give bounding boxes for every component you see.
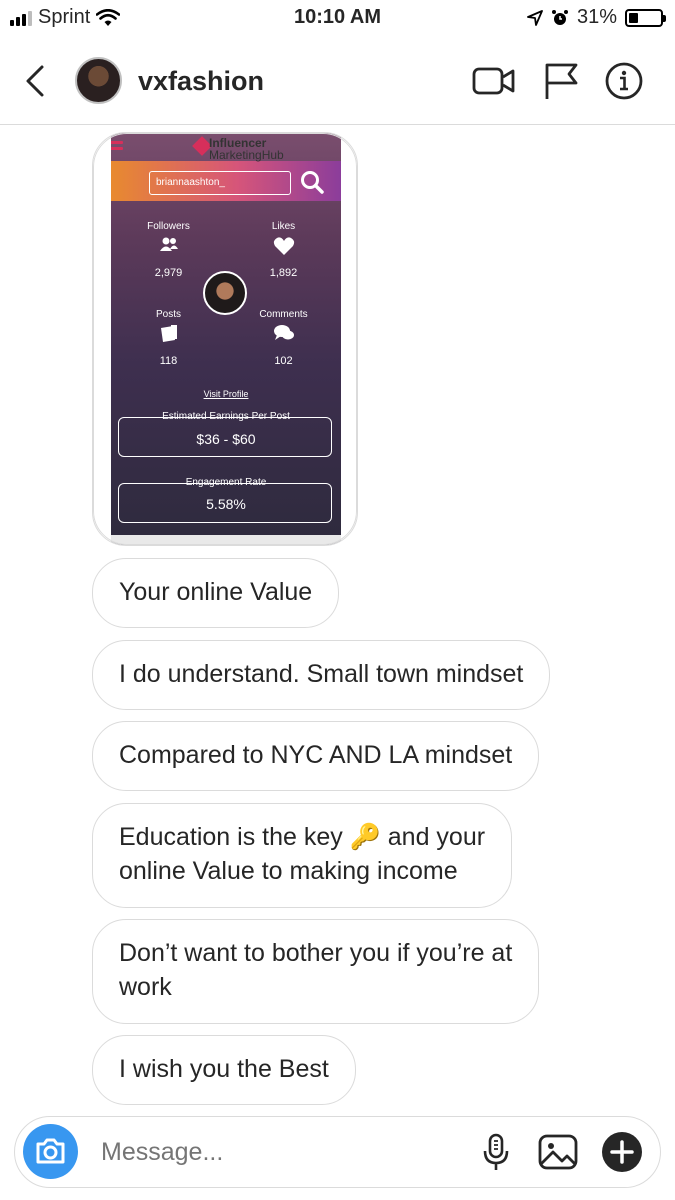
shared-image-message[interactable]: Influencer MarketingHub briannaashton_ F…	[92, 132, 358, 546]
back-arrow-icon[interactable]	[22, 64, 52, 98]
message-bubble[interactable]: I wish you the Best	[92, 1035, 356, 1105]
stat-value: 1,892	[269, 267, 298, 279]
battery-percent: 31%	[576, 6, 617, 28]
brand-line2: MarketingHub	[209, 148, 284, 162]
flag-icon[interactable]	[540, 61, 584, 101]
battery-icon	[625, 8, 666, 27]
message-bubble[interactable]: Your online Value	[92, 558, 340, 628]
stat-value: 102	[274, 355, 293, 367]
stat-label: Likes	[271, 221, 296, 232]
stat-followers: Followers 2,979	[111, 221, 226, 279]
stat-posts: Posts 118	[111, 309, 226, 367]
info-icon[interactable]	[602, 61, 646, 101]
message-bubble[interactable]: I do understand. Small town mindset	[92, 640, 551, 710]
message-input[interactable]	[99, 1137, 463, 1168]
message-composer	[14, 1116, 661, 1188]
plus-icon[interactable]	[601, 1131, 643, 1173]
influencer-search-input: briannaashton_	[149, 171, 291, 195]
chat-header: vxfashion	[0, 36, 675, 125]
earnings-value: $36 - $60	[196, 431, 256, 447]
camera-icon	[36, 1138, 65, 1164]
camera-button[interactable]	[23, 1124, 78, 1179]
chat-username[interactable]: vxfashion	[138, 66, 264, 97]
alarm-icon	[551, 9, 568, 25]
microphone-icon[interactable]	[475, 1131, 517, 1173]
status-bar: Sprint 10:10 AM 31%	[0, 0, 675, 36]
message-bubble[interactable]: Don’t want to bother you if you’re at wo…	[92, 919, 540, 1024]
comments-icon	[273, 325, 294, 340]
users-icon	[159, 237, 178, 251]
brand-logo: Influencer MarketingHub	[209, 137, 284, 161]
message-bubble[interactable]: Education is the key 🔑 and your online V…	[92, 803, 513, 908]
hamburger-menu-icon	[111, 141, 123, 155]
engagement-value: 5.58%	[206, 496, 246, 512]
avatar[interactable]	[75, 57, 122, 104]
status-right: 31%	[527, 6, 666, 29]
stat-comments: Comments 102	[226, 309, 341, 367]
influencer-avatar	[203, 271, 247, 315]
stat-label: Posts	[155, 309, 181, 320]
message-thread[interactable]: Influencer MarketingHub briannaashton_ F…	[0, 126, 675, 1106]
stat-label: Comments	[259, 309, 308, 320]
video-call-icon[interactable]	[472, 61, 516, 101]
stat-label: Followers	[147, 221, 190, 232]
stat-likes: Likes 1,892	[226, 221, 341, 279]
gallery-icon[interactable]	[537, 1131, 579, 1173]
stat-value: 118	[159, 355, 178, 367]
search-icon	[301, 171, 324, 194]
app-tab-bar	[111, 535, 341, 545]
message-bubble[interactable]: Compared to NYC AND LA mindset	[92, 721, 540, 791]
visit-profile-link: Visit Profile	[203, 389, 249, 399]
heart-icon	[273, 237, 294, 255]
shared-screenshot[interactable]: Influencer MarketingHub briannaashton_ F…	[111, 133, 341, 545]
location-icon	[527, 9, 543, 26]
posts-icon	[160, 325, 177, 342]
